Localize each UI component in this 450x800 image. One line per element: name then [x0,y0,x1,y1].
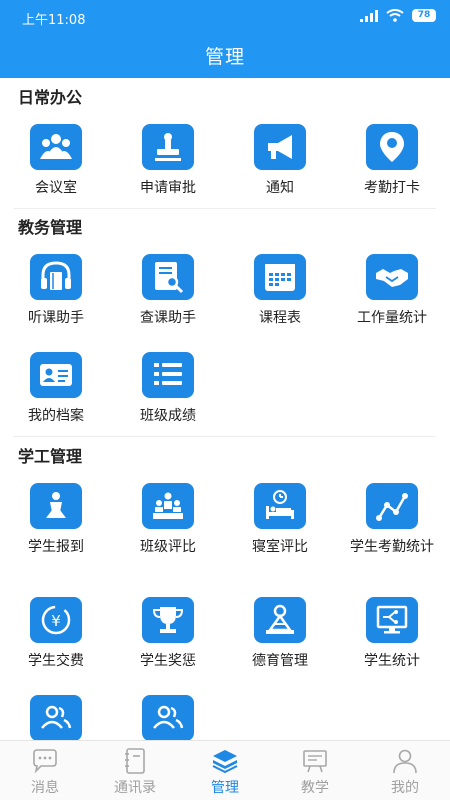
tile-label: 课程表 [259,310,301,326]
location-pin-icon [366,124,418,170]
signal-icon [360,9,378,22]
tab-label: 管理 [211,780,239,796]
tile-label: 通知 [266,180,294,196]
tile-class-grades[interactable]: 班级成绩 [112,352,224,425]
trophy-icon [142,597,194,643]
tab-teaching[interactable]: 教学 [270,741,360,800]
person-icon [393,749,417,774]
tile-student-payment[interactable]: ¥ 学生交费 [0,597,112,670]
numbered-list-icon [142,352,194,398]
tile-label: 学生报到 [28,539,84,555]
tile-label: 我的档案 [28,408,84,424]
tile-workload-stats[interactable]: 工作量统计 [336,254,448,327]
tile-label: 申请审批 [140,180,196,196]
svg-text:¥: ¥ [51,612,61,630]
monitor-chart-icon [366,597,418,643]
tile-notice[interactable]: 通知 [224,124,336,197]
tile-label: 班级评比 [140,539,196,555]
moral-education-icon [254,597,306,643]
blackboard-icon [303,750,327,773]
tile-timetable[interactable]: 课程表 [224,254,336,327]
tile-student-attendance-stats[interactable]: 学生考勤统计 [336,483,448,556]
calendar-icon [254,254,306,300]
tile-label: 听课助手 [28,310,84,326]
handshake-icon [366,254,418,300]
status-time: 上午11:08 [22,13,86,28]
student-report-icon [30,483,82,529]
users-icon [142,695,194,740]
tab-label: 我的 [391,780,419,796]
yuan-coin-icon: ¥ [30,597,82,643]
wifi-icon [386,9,404,22]
tile-label: 班级成绩 [140,408,196,424]
layers-icon [212,750,238,774]
tile-partial-users-1[interactable] [0,695,112,740]
tile-moral-education[interactable]: 德育管理 [224,597,336,670]
tile-class-inspection[interactable]: 查课助手 [112,254,224,327]
status-icons: 78 [360,9,436,22]
chat-bubble-icon [33,749,57,774]
tab-label: 教学 [301,780,329,796]
tile-dorm-ranking[interactable]: 寝室评比 [224,483,336,556]
tile-student-rewards[interactable]: 学生奖惩 [112,597,224,670]
section-title-academic-affairs: 教务管理 [18,218,83,237]
tab-contacts[interactable]: 通讯录 [90,741,180,800]
users-icon [30,695,82,740]
bottom-tab-bar: 消息 通讯录 管理 教学 我的 [0,740,450,800]
tile-label: 学生奖惩 [140,653,196,669]
tile-my-profile[interactable]: 我的档案 [0,352,112,425]
battery-indicator: 78 [412,9,436,22]
tile-partial-users-2[interactable] [112,695,224,740]
headphones-book-icon [30,254,82,300]
status-bar: 上午11:08 78 [0,0,450,34]
search-document-icon [142,254,194,300]
tile-label: 工作量统计 [357,310,427,326]
tile-attendance-checkin[interactable]: 考勤打卡 [336,124,448,197]
section-title-student-affairs: 学工管理 [18,447,83,466]
header-bar: 上午11:08 78 管理 [0,0,450,78]
tile-label: 学生统计 [364,653,420,669]
class-ranking-icon [142,483,194,529]
tab-management[interactable]: 管理 [180,741,270,800]
tile-label: 德育管理 [252,653,308,669]
line-chart-icon [366,483,418,529]
tile-class-ranking[interactable]: 班级评比 [112,483,224,556]
tab-label: 消息 [31,780,59,796]
tile-student-stats[interactable]: 学生统计 [336,597,448,670]
megaphone-icon [254,124,306,170]
tile-label: 寝室评比 [252,539,308,555]
section-title-daily-office: 日常办公 [18,88,83,107]
tab-label: 通讯录 [114,780,156,796]
tile-lecture-assistant[interactable]: 听课助手 [0,254,112,327]
tab-me[interactable]: 我的 [360,741,450,800]
meeting-room-icon [30,124,82,170]
dorm-bed-icon [254,483,306,529]
stamp-icon [142,124,194,170]
address-book-icon [125,748,145,774]
management-grid: 日常办公 会议室 申请审批 通知 考勤打卡 教务管理 听课助手 查课助手 课程表… [0,78,450,740]
tile-label: 查课助手 [140,310,196,326]
tile-label: 学生考勤统计 [350,539,434,555]
section-divider [14,208,436,209]
id-card-icon [30,352,82,398]
tile-label: 会议室 [35,180,77,196]
tile-student-registration[interactable]: 学生报到 [0,483,112,556]
tile-meeting-room[interactable]: 会议室 [0,124,112,197]
tile-label: 学生交费 [28,653,84,669]
tile-apply-approval[interactable]: 申请审批 [112,124,224,197]
page-title: 管理 [204,46,245,68]
tab-messages[interactable]: 消息 [0,741,90,800]
section-divider [14,436,436,437]
tile-label: 考勤打卡 [364,180,420,196]
